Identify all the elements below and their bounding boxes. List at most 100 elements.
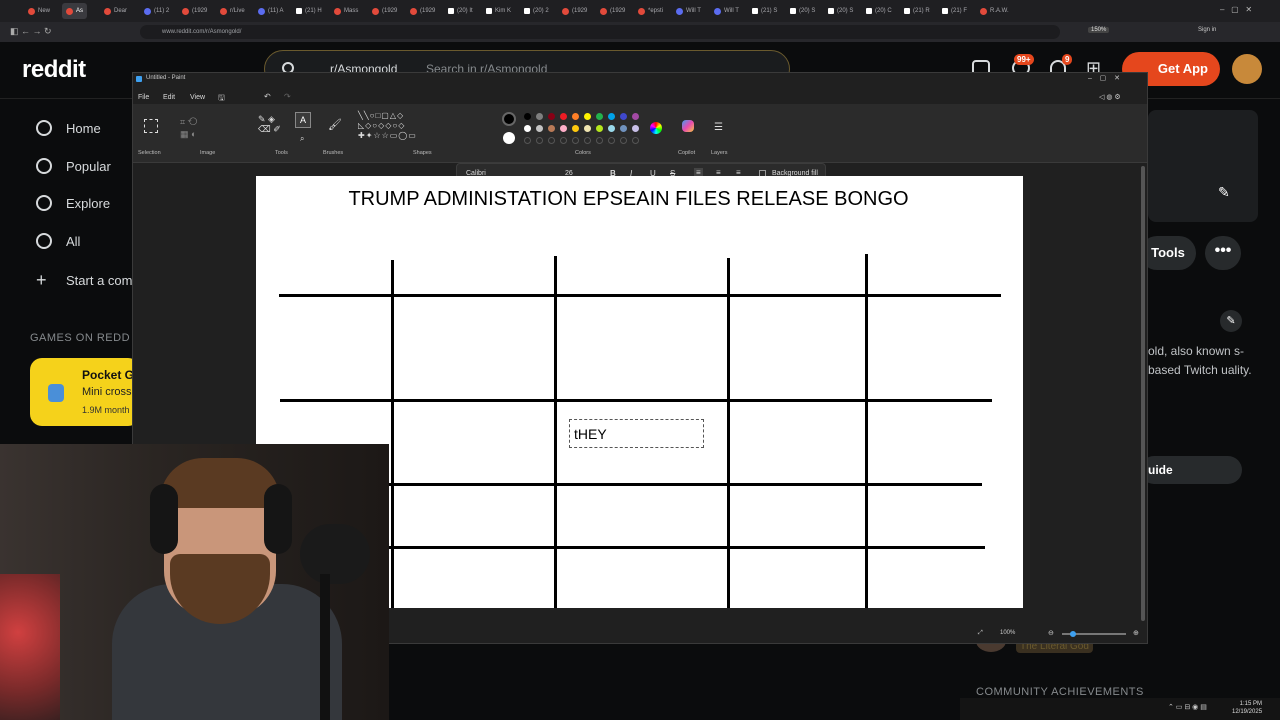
- custom-color-slot[interactable]: [524, 137, 531, 144]
- color-swatch[interactable]: [632, 125, 639, 132]
- color-swatch[interactable]: [560, 125, 567, 132]
- browser-tab[interactable]: (11) A: [258, 3, 284, 19]
- browser-tab[interactable]: r/Live: [220, 3, 245, 19]
- zoom-indicator[interactable]: 150%: [1088, 27, 1110, 33]
- color-swatch[interactable]: [572, 113, 579, 120]
- browser-tab[interactable]: (20) It: [448, 3, 473, 19]
- taskbar-clock[interactable]: 1:15 PM 12/19/2025: [1232, 700, 1262, 716]
- color-swatch[interactable]: [572, 125, 579, 132]
- color-swatch[interactable]: [596, 125, 603, 132]
- color-swatch[interactable]: [596, 113, 603, 120]
- edit-pencil-icon[interactable]: ✎: [1218, 184, 1230, 201]
- layers-icon[interactable]: ☰: [714, 122, 723, 133]
- color-swatch[interactable]: [608, 113, 615, 120]
- nav-item-explore[interactable]: Explore: [36, 195, 110, 211]
- browser-tab[interactable]: (21) F: [942, 3, 967, 19]
- sign-in-button[interactable]: Sign in: [1198, 27, 1216, 33]
- menu-file[interactable]: File: [138, 94, 149, 101]
- color-swatch[interactable]: [536, 113, 543, 120]
- magnifier-icon[interactable]: ⌕: [300, 134, 304, 144]
- nav-arrows-icon[interactable]: ◧ ← → ↻: [10, 26, 52, 37]
- user-avatar[interactable]: [1232, 54, 1262, 84]
- browser-tab[interactable]: (1929: [182, 3, 207, 19]
- redo-icon[interactable]: ↷: [284, 92, 291, 101]
- zoom-in-icon[interactable]: ⊕: [1133, 629, 1139, 637]
- color-swatch[interactable]: [548, 125, 555, 132]
- menu-view[interactable]: View: [190, 94, 205, 101]
- brushes-icon[interactable]: 🖌: [328, 118, 342, 131]
- browser-tab[interactable]: (21) S: [752, 3, 777, 19]
- zoom-level-select[interactable]: 100%: [1000, 630, 1015, 636]
- custom-color-slot[interactable]: [596, 137, 603, 144]
- browser-tab[interactable]: (1929: [562, 3, 587, 19]
- secondary-color-swatch[interactable]: [503, 132, 515, 144]
- color-swatch[interactable]: [524, 125, 531, 132]
- color-swatch[interactable]: [560, 113, 567, 120]
- paint-scrollbar[interactable]: [1141, 166, 1145, 621]
- custom-color-slot[interactable]: [572, 137, 579, 144]
- browser-tab[interactable]: Kim K: [486, 3, 511, 19]
- fit-icon[interactable]: ⤢: [978, 630, 983, 637]
- color-swatch[interactable]: [632, 113, 639, 120]
- color-swatch[interactable]: [620, 125, 627, 132]
- browser-tab[interactable]: (20) C: [866, 3, 892, 19]
- nav-item-home[interactable]: Home: [36, 120, 101, 136]
- copilot-icon[interactable]: [682, 120, 694, 132]
- browser-tab[interactable]: (21) H: [296, 3, 322, 19]
- browser-tab-active[interactable]: As: [62, 3, 88, 19]
- undo-icon[interactable]: ↶: [264, 92, 271, 101]
- edit-description-icon[interactable]: ✎: [1220, 310, 1242, 332]
- custom-color-slot[interactable]: [536, 137, 543, 144]
- browser-tab[interactable]: (21) R: [904, 3, 930, 19]
- text-tool-icon[interactable]: A: [295, 112, 311, 128]
- browser-tab[interactable]: (20) 2: [524, 3, 549, 19]
- browser-tab[interactable]: (20) S: [828, 3, 853, 19]
- shapes-gallery[interactable]: ╲╲○□▢△◇ ◺◇○◇◇○◇ ✚✦☆☆▭◯▭: [358, 111, 417, 141]
- color-swatch[interactable]: [584, 113, 591, 120]
- window-controls[interactable]: – ▢ ✕: [1220, 5, 1252, 14]
- paint-window-controls[interactable]: – ▢ ✕: [1088, 74, 1120, 82]
- primary-color-swatch[interactable]: [502, 112, 516, 126]
- selection-tool-icon[interactable]: [144, 119, 158, 133]
- color-swatch[interactable]: [584, 125, 591, 132]
- custom-color-slot[interactable]: [620, 137, 627, 144]
- system-tray-icons[interactable]: ⌃ ▭ ⊟ ◉ ▤: [1168, 703, 1207, 711]
- community-guide-button[interactable]: uide: [1140, 456, 1242, 484]
- custom-color-slot[interactable]: [548, 137, 555, 144]
- color-swatch[interactable]: [548, 113, 555, 120]
- browser-tab[interactable]: Mass: [334, 3, 358, 19]
- text-box-content[interactable]: tHEY: [574, 426, 607, 442]
- browser-tab[interactable]: *epsti: [638, 3, 663, 19]
- custom-color-slot[interactable]: [632, 137, 639, 144]
- edit-colors-icon[interactable]: [650, 122, 662, 134]
- custom-color-slot[interactable]: [608, 137, 615, 144]
- nav-item-popular[interactable]: Popular: [36, 158, 111, 174]
- color-swatch[interactable]: [524, 113, 531, 120]
- address-bar[interactable]: www.reddit.com/r/Asmongold/: [140, 25, 1060, 39]
- zoom-slider-thumb[interactable]: [1070, 631, 1076, 637]
- browser-tab[interactable]: (20) S: [790, 3, 815, 19]
- browser-tab[interactable]: (1929: [410, 3, 435, 19]
- color-swatch[interactable]: [536, 125, 543, 132]
- browser-tab[interactable]: Will T: [676, 3, 701, 19]
- browser-tab[interactable]: R.A.W.: [980, 3, 1009, 19]
- browser-tab[interactable]: New: [28, 3, 50, 19]
- color-swatch[interactable]: [608, 125, 615, 132]
- browser-tab[interactable]: (1929: [372, 3, 397, 19]
- custom-color-slot[interactable]: [560, 137, 567, 144]
- menu-edit[interactable]: Edit: [163, 94, 175, 101]
- share-icon[interactable]: ◁ ◍ ⚙: [1099, 93, 1121, 101]
- browser-tab[interactable]: (1929: [600, 3, 625, 19]
- color-swatch[interactable]: [620, 113, 627, 120]
- browser-tab[interactable]: Will T: [714, 3, 739, 19]
- pencil-icon[interactable]: ✎ ◈ ⌫ ✐: [258, 114, 281, 134]
- more-options-button[interactable]: •••: [1205, 236, 1241, 270]
- reddit-logo[interactable]: reddit: [22, 56, 86, 84]
- browser-tab[interactable]: (11) 2: [144, 3, 169, 19]
- browser-tab[interactable]: Dear: [104, 3, 127, 19]
- nav-item-start-community[interactable]: + Start a com: [36, 270, 132, 291]
- image-tools-icon[interactable]: ⌗ ⟲ ▦ ◐: [180, 116, 197, 140]
- zoom-out-icon[interactable]: ⊖: [1048, 629, 1054, 637]
- tools-button[interactable]: Tools: [1140, 236, 1196, 270]
- nav-item-all[interactable]: All: [36, 233, 80, 249]
